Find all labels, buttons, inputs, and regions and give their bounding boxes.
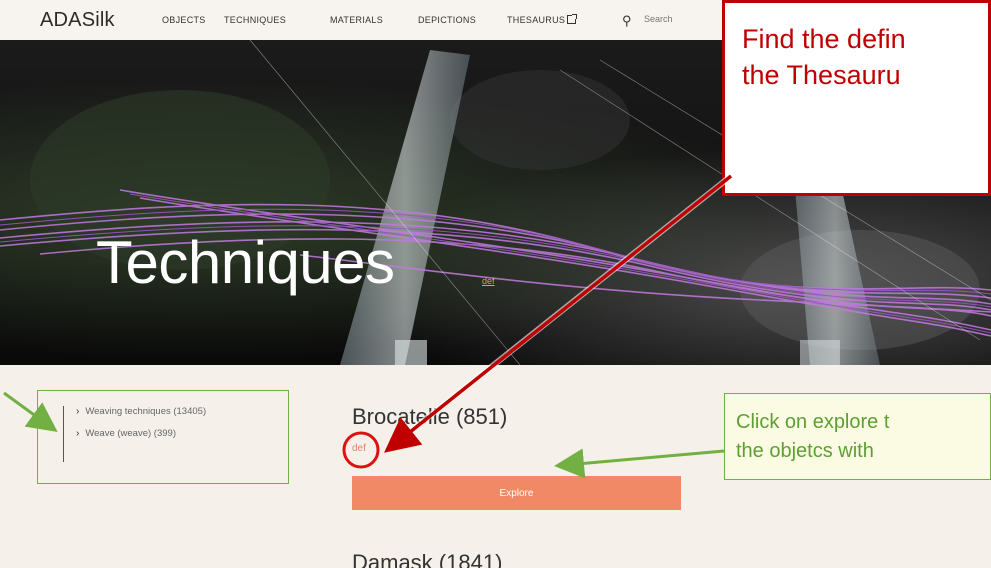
sidebar-item-label: Weave (weave) (399)	[85, 428, 176, 439]
search-input[interactable]	[644, 14, 724, 24]
green-annotation-callout: Click on explore t the objetcs with	[724, 393, 991, 480]
search-box[interactable]: ⚲	[612, 9, 724, 31]
sidebar-item-weave[interactable]: › Weave (weave) (399)	[76, 428, 206, 439]
term-def-link[interactable]: def	[352, 443, 366, 454]
red-callout-text: Find the defin the Thesauru	[742, 21, 906, 93]
nav-techniques[interactable]: TECHNIQUES	[224, 15, 286, 25]
sidebar-item-weaving-techniques[interactable]: › Weaving techniques (13405)	[76, 406, 206, 417]
external-link-icon	[567, 14, 578, 24]
green-arrow	[554, 448, 725, 479]
red-annotation-callout: Find the defin the Thesauru	[722, 0, 991, 196]
brand-logo[interactable]: ADASilk	[40, 9, 115, 32]
green-callout-line-1: Click on explore t	[736, 411, 890, 433]
explore-button[interactable]: Explore	[352, 476, 681, 510]
chevron-right-icon: ›	[76, 428, 80, 439]
search-icon[interactable]: ⚲	[622, 13, 632, 29]
sidebar-category-list: › Weaving techniques (13405) › Weave (weav…	[63, 406, 206, 462]
nav-objects[interactable]: OBJECTS	[162, 15, 206, 25]
red-callout-line-1: Find the defin	[742, 24, 906, 54]
hero-title: Techniques	[96, 229, 395, 296]
hero-def-link[interactable]: def	[482, 276, 495, 286]
nav-thesaurus[interactable]: THESAURUS	[507, 14, 578, 25]
nav-thesaurus-label: THESAURUS	[507, 15, 566, 25]
next-term-title: Damask (1841)	[352, 550, 503, 568]
green-callout-line-2: the objetcs with	[736, 440, 874, 462]
chevron-right-icon: ›	[76, 406, 80, 417]
term-title: Brocatelle (851)	[352, 404, 508, 429]
sidebar-item-label: Weaving techniques (13405)	[85, 406, 207, 417]
nav-materials[interactable]: MATERIALS	[330, 15, 383, 25]
red-callout-line-2: the Thesauru	[742, 60, 901, 90]
page: ADASilk OBJECTS TECHNIQUES MATERIALS DEP…	[0, 0, 991, 568]
nav-depictions[interactable]: DEPICTIONS	[418, 15, 476, 25]
green-callout-text: Click on explore t the objetcs with	[736, 408, 889, 466]
